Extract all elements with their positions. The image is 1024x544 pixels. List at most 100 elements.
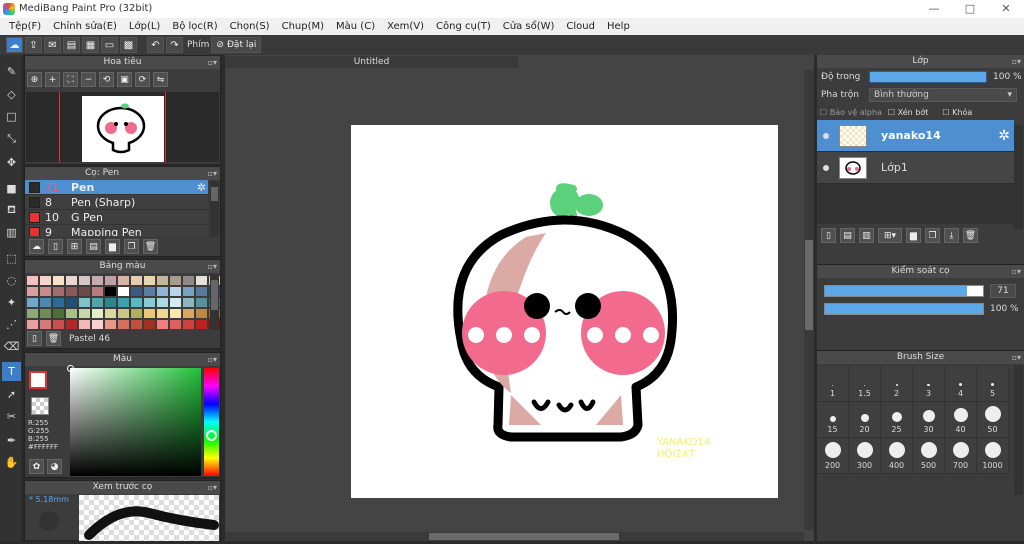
operation-tool-icon[interactable]: ➚ [2, 385, 21, 404]
brush-size-scrollbar[interactable] [1014, 365, 1023, 495]
merge-layer-icon[interactable]: ⤓ [944, 228, 959, 243]
palette-swatch[interactable] [157, 298, 168, 307]
palette-swatch[interactable] [27, 276, 38, 285]
visibility-icon[interactable] [823, 164, 829, 171]
palette-swatch[interactable] [66, 276, 77, 285]
palette-swatch[interactable] [118, 276, 129, 285]
palette-swatch[interactable] [27, 298, 38, 307]
reset-button[interactable]: ⊘ Đặt lại [211, 37, 262, 53]
menu-help[interactable]: Help [601, 21, 636, 32]
gear-icon[interactable]: ✲ [998, 128, 1010, 144]
palette-swatch[interactable] [183, 309, 194, 318]
new-halftone-layer-icon[interactable]: ▤ [840, 228, 855, 243]
brush-size-value[interactable]: 71 [990, 284, 1016, 298]
share-icon[interactable]: ⇪ [25, 37, 42, 53]
color-wheel-icon[interactable]: ✿ [29, 459, 44, 474]
select-eraser-tool-icon[interactable]: ⌫ [2, 337, 21, 356]
gear-icon[interactable]: ✲ [197, 181, 206, 194]
brush-size-cell[interactable]: 400 [881, 438, 913, 474]
gradient-tool-icon[interactable]: ▥ [2, 223, 21, 242]
palette-swatch[interactable] [131, 320, 142, 329]
palette-swatch[interactable] [144, 287, 155, 296]
canvas-vscrollbar[interactable] [804, 70, 814, 530]
zoom-fit-icon[interactable]: ⊕ [27, 72, 42, 87]
new-brush-icon[interactable]: ▯ [48, 239, 63, 254]
palette-swatch[interactable] [118, 298, 129, 307]
palette-swatch[interactable] [53, 309, 64, 318]
palette-swatch[interactable] [40, 309, 51, 318]
palette-swatch[interactable] [92, 287, 103, 296]
menu-window[interactable]: Cửa sổ(W) [497, 21, 561, 32]
lasso-tool-icon[interactable]: ◌ [2, 271, 21, 290]
brush-size-cell[interactable]: 25 [881, 402, 913, 438]
menu-file[interactable]: Tệp(F) [3, 21, 47, 32]
brush-size-cell[interactable]: 200 [817, 438, 849, 474]
clipping-checkbox[interactable]: ☐ Xén bớt [888, 108, 928, 117]
palette-swatch[interactable] [92, 298, 103, 307]
brush-size-cell[interactable]: 30 [913, 402, 945, 438]
menu-view[interactable]: Xem(V) [381, 21, 430, 32]
brush-size-cell[interactable]: 5 [977, 366, 1009, 402]
layer-item[interactable]: Lớp1 [817, 152, 1014, 184]
palette-swatch[interactable] [27, 309, 38, 318]
palette-swatch[interactable] [196, 287, 207, 296]
palette-swatch[interactable] [105, 320, 116, 329]
brush-size-cell[interactable]: 50 [977, 402, 1009, 438]
palette-swatch[interactable] [196, 276, 207, 285]
fill-rect-tool-icon[interactable]: ■ [2, 179, 21, 198]
palette-swatch[interactable] [196, 298, 207, 307]
brush-size-cell[interactable]: 1 [817, 366, 849, 402]
palette-swatch[interactable] [27, 287, 38, 296]
palette-swatch[interactable] [79, 298, 90, 307]
palette-swatch[interactable] [66, 309, 77, 318]
palette-swatch[interactable] [79, 287, 90, 296]
palette-swatch[interactable] [157, 320, 168, 329]
menu-layer[interactable]: Lớp(L) [123, 21, 166, 32]
layer-folder-icon[interactable]: ▆ [906, 228, 921, 243]
palette-swatch[interactable] [79, 309, 90, 318]
eyedropper-tool-icon[interactable]: ✒ [2, 431, 21, 450]
menu-select[interactable]: Chọn(S) [224, 21, 276, 32]
brush-size-cell[interactable]: 15 [817, 402, 849, 438]
palette-swatch[interactable] [105, 287, 116, 296]
palette-swatch[interactable] [157, 287, 168, 296]
palette-swatch[interactable] [170, 309, 181, 318]
palette-swatch[interactable] [105, 298, 116, 307]
minimize-button[interactable]: — [916, 0, 952, 18]
hand-tool-icon[interactable]: ✋ [2, 453, 21, 472]
lock-checkbox[interactable]: ☐ Khóa [942, 108, 972, 117]
brush-opacity-slider[interactable] [824, 303, 984, 315]
palette-swatch[interactable] [79, 320, 90, 329]
brush-item[interactable]: 71 Pen ✲ [25, 180, 208, 195]
new-palette-icon[interactable]: ▯ [27, 331, 42, 346]
new-8bit-layer-icon[interactable]: ▥ [859, 228, 874, 243]
palette-swatch[interactable] [105, 276, 116, 285]
transparent-color[interactable] [31, 397, 49, 415]
palette-swatch[interactable] [144, 320, 155, 329]
brush-size-cell[interactable]: 3 [913, 366, 945, 402]
brush-size-cell[interactable]: 40 [945, 402, 977, 438]
palette-swatch[interactable] [196, 309, 207, 318]
comic-icon[interactable]: ▤ [63, 37, 80, 53]
palette-swatch[interactable] [92, 309, 103, 318]
brush-size-cell[interactable]: 2 [881, 366, 913, 402]
delete-layer-icon[interactable]: 🗑 [963, 228, 978, 243]
cloud-icon[interactable]: ☁ [6, 37, 23, 53]
close-button[interactable]: ✕ [988, 0, 1024, 18]
palette-swatch[interactable] [118, 309, 129, 318]
palette-swatch[interactable] [183, 276, 194, 285]
color-history-icon[interactable]: ◕ [47, 459, 62, 474]
delete-palette-icon[interactable]: 🗑 [46, 331, 61, 346]
blend-mode-select[interactable]: Bình thường ▾ [869, 88, 1017, 102]
brush-size-slider[interactable] [824, 285, 984, 297]
vector-tool-icon[interactable]: ⤡ [2, 129, 21, 148]
new-layer-icon[interactable]: ▯ [821, 228, 836, 243]
palette-swatch[interactable] [53, 320, 64, 329]
palette-swatch[interactable] [53, 276, 64, 285]
foreground-color[interactable] [29, 371, 47, 389]
menu-filter[interactable]: Bộ lọc(R) [166, 21, 223, 32]
palette-swatch[interactable] [144, 309, 155, 318]
palette-swatch[interactable] [170, 276, 181, 285]
move-tool-icon[interactable]: ✥ [2, 153, 21, 172]
brush-folder-icon[interactable]: ▆ [105, 239, 120, 254]
